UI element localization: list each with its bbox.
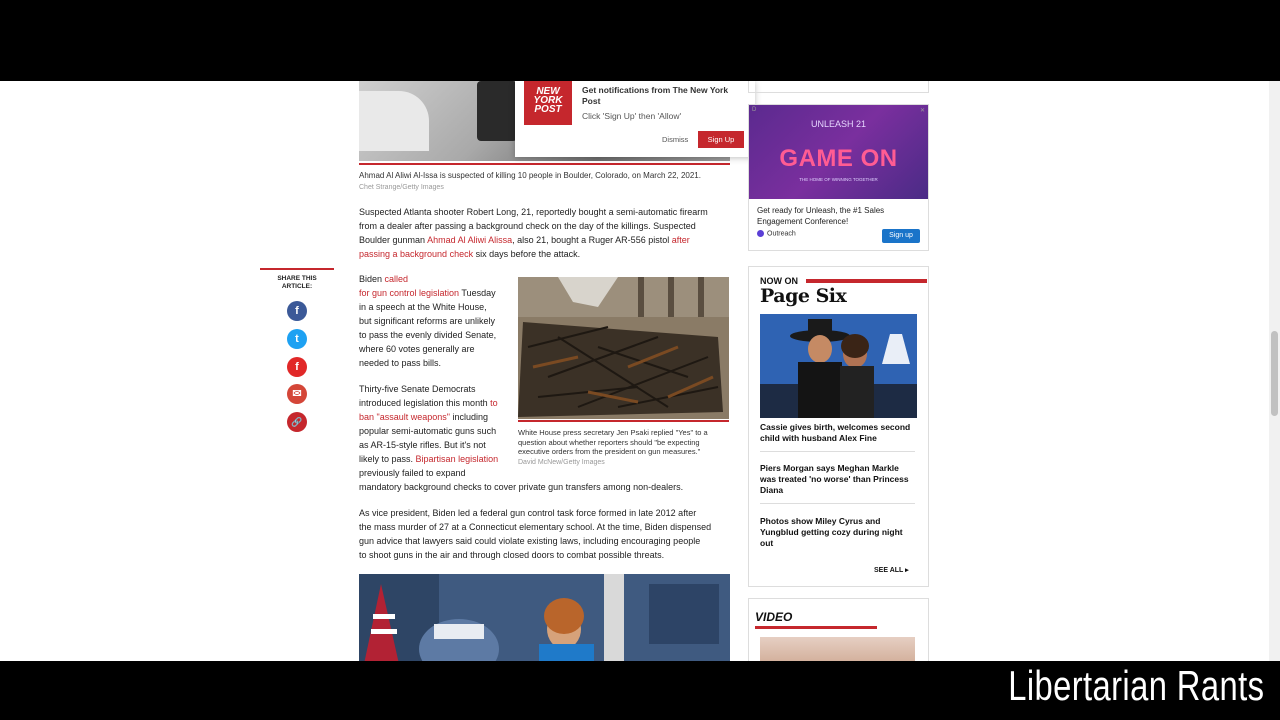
video-widget: VIDEO [748,598,929,661]
sidebar-top-box [748,81,929,93]
p3-text: introduced legislation this month [359,398,488,408]
link-ban-assault-weapons[interactable]: ban "assault weapons" [359,412,450,422]
p3-line: ban "assault weapons" including [359,410,739,424]
ad-text: Get ready for Unleash, the #1 Sales Enga… [757,206,885,226]
p1-line: from a dealer after passing a background… [359,221,696,231]
paragraph-1: Suspected Atlanta shooter Robert Long, 2… [359,205,734,261]
link-bipartisan-legislation[interactable]: Bipartisan legislation [416,454,499,464]
video-rule [755,626,877,629]
notification-signup-button[interactable]: Sign Up [698,131,744,148]
page-six-story-3[interactable]: Photos show Miley Cyrus and Yungblud get… [760,516,917,549]
copy-link-icon[interactable]: 🔗 [287,412,307,432]
top-photo-caption: Ahmad Al Aliwi Al-Issa is suspected of k… [359,171,701,180]
see-all-link[interactable]: SEE ALL ▸ [874,566,909,574]
photo-person-shape [477,81,517,141]
share-label: SHARE THIS ARTICLE: [277,275,317,290]
top-photo-credit: Chet Strange/Getty Images [359,184,444,191]
p3-line: introduced legislation this month to [359,396,739,410]
p2-text: Biden [359,274,383,284]
link-after-passing-check-cont[interactable]: passing a background check [359,249,473,259]
p3-line: popular semi-automatic guns such [359,426,497,436]
couple-photo-illustration [760,314,917,418]
p2-line: to pass the evenly divided Senate, [359,330,497,340]
p3-text: including [452,412,488,422]
video-thumbnail[interactable] [760,637,915,661]
p3-text: likely to pass. [359,454,414,464]
p2-line: Biden called [359,272,514,286]
ad-close-icon[interactable]: ✕ [920,107,925,114]
facebook-share-icon[interactable]: f [287,301,307,321]
ad-headline: GAME ON [779,145,898,172]
p2-line: where 60 votes generally are [359,344,475,354]
page-scrollbar[interactable] [1269,81,1280,661]
p2-line: for gun control legislation Tuesday [359,286,514,300]
scrollbar-thumb[interactable] [1271,331,1278,416]
photo-divider [359,163,730,165]
press-briefing-photo [359,574,730,661]
link-after-passing-check[interactable]: after [672,235,690,245]
p4-line: As vice president, Biden led a federal g… [359,508,697,518]
p3-line: previously failed to expand [359,468,466,478]
p1-line: Suspected Atlanta shooter Robert Long, 2… [359,207,708,217]
p1-line: Boulder gunman Ahmad Al Aliwi Alissa, al… [359,233,734,247]
see-all-label: SEE ALL [874,567,904,574]
ad-signup-button[interactable]: Sign up [882,229,920,243]
p2-line: needed to pass bills. [359,358,442,368]
story-divider [760,503,915,504]
ad-advertiser: Outreach [757,230,796,237]
flipboard-share-icon[interactable]: f [287,357,307,377]
link-ahmad-alissa[interactable]: Ahmad Al Aliwi Alissa [427,235,512,245]
p1-text: , also 21, bought a Ruger AR-556 pistol [512,235,670,245]
photo-car-shape [359,91,429,151]
p1-text: six days before the attack. [475,249,581,259]
channel-watermark: Libertarian Rants [1007,662,1264,709]
chevron-right-icon: ▸ [905,567,909,574]
now-on-rule [806,279,927,283]
p4-line: to shoot guns in the air and through clo… [359,550,665,560]
p4-line: gun advice that lawyers said could viola… [359,536,701,546]
page-six-story-2[interactable]: Piers Morgan says Meghan Markle was trea… [760,463,917,496]
unleash-ad[interactable]: UNLEASH 21 GAME ON THE HOME OF WINNING T… [748,104,929,251]
adchoices-icon[interactable]: D [752,107,756,113]
nypost-logo: NEW YORK POST [524,81,572,125]
p2-text: Tuesday [461,288,496,298]
page-six-photo[interactable] [760,314,917,418]
ad-brand: UNLEASH 21 [810,119,867,129]
p2-line: in a speech at the White House, [359,302,487,312]
notification-title: Get notifications from The New York Post [582,85,729,106]
page-six-widget: NOW ON Page Six Cassie gives birth, welc… [748,266,929,587]
page-six-story-1[interactable]: Cassie gives birth, welcomes second chil… [760,422,917,444]
p3-line: Thirty-five Senate Democrats [359,384,476,394]
p3-line: as AR-15-style rifles. But it's not [359,440,486,450]
press-briefing-illustration [359,574,730,661]
p3-line: likely to pass. Bipartisan legislation [359,452,739,466]
article-page: Ahmad Al Aliwi Al-Issa is suspected of k… [0,81,1280,661]
p2-line: but significant reforms are unlikely [359,316,496,326]
p3-line: mandatory background checks to cover pri… [359,482,684,492]
story-divider [760,451,915,452]
ad-banner-image: UNLEASH 21 GAME ON THE HOME OF WINNING T… [749,105,928,199]
ad-advertiser-name: Outreach [767,230,796,238]
notification-popup: NEW YORK POST Get notifications from The N… [515,81,755,157]
email-share-icon[interactable]: ✉ [287,384,307,404]
paragraph-4: As vice president, Biden led a federal g… [359,506,739,562]
p1-text: Boulder gunman [359,235,426,245]
link-to[interactable]: to [490,398,498,408]
dismiss-button[interactable]: Dismiss [662,135,688,144]
page-six-title[interactable]: Page Six [760,285,847,307]
notification-subtitle: Click 'Sign Up' then 'Allow' [582,111,682,121]
video-title: VIDEO [755,610,793,624]
ad-tagline: THE HOME OF WINNING TOGETHER [799,177,878,182]
p4-line: the mass murder of 27 at a Connecticut e… [359,522,712,532]
outreach-logo-icon [757,230,764,237]
twitter-share-icon[interactable]: t [287,329,307,349]
link-called[interactable]: called [385,274,409,284]
paragraph-3: Thirty-five Senate Democrats introduced … [359,382,739,494]
share-divider [260,268,334,270]
paragraph-2: Biden called for gun control legislation… [359,272,514,370]
p1-line: passing a background check six days befo… [359,247,734,261]
link-gun-control-legislation[interactable]: for gun control legislation [359,288,459,298]
